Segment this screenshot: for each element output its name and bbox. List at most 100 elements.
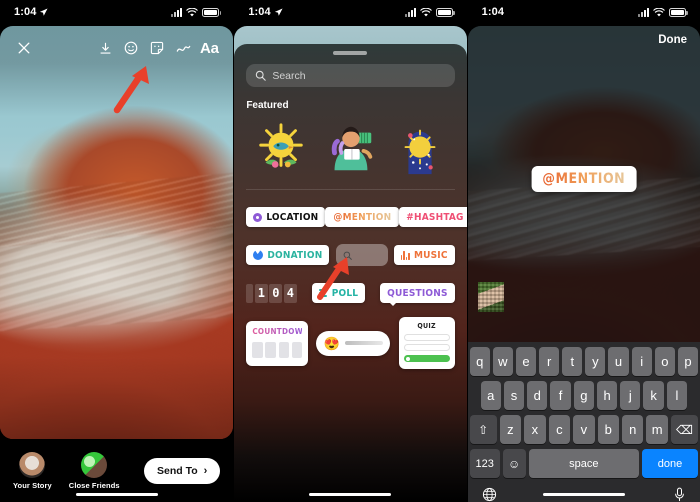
status-time-text-1: 1:04 [14,6,37,18]
sticker-row-4: COUNTDOWN 😍 QUIZ [246,317,455,369]
key-z[interactable]: z [499,415,522,444]
poll-icon [318,289,328,297]
emoji-slider-track[interactable] [344,341,384,345]
emoji-slider-sticker[interactable]: 😍 [316,330,391,356]
heart-icon [253,248,264,260]
emoji-face-icon[interactable] [118,35,144,61]
sticker-icon[interactable] [144,35,170,61]
key-h[interactable]: h [596,381,618,410]
story-photo[interactable] [0,26,234,439]
key-g[interactable]: g [573,381,594,410]
done-button[interactable]: Done [658,34,687,46]
key-n[interactable]: n [622,415,644,444]
key-o[interactable]: o [654,347,675,376]
music-sticker[interactable]: MUSIC [393,245,455,265]
keyboard-row-1: q w e r t y u i o p [469,347,699,376]
key-c[interactable]: c [548,415,571,444]
mention-sticker-label: @MENTION [333,211,392,223]
tray-divider [246,189,455,190]
sticker-tray-sheet: Search Featured LOCATION @MENTION #HASHT… [234,44,467,502]
wifi-icon-1 [186,7,199,16]
location-arrow-icon-2 [274,7,283,16]
wifi-icon-3 [653,7,665,16]
key-a[interactable]: a [480,381,501,410]
placed-mention-sticker[interactable]: @MENTION [531,166,637,192]
location-arrow-icon-1 [40,7,48,16]
keyboard-row-4: 123 ☺ space done [469,449,698,478]
key-m[interactable]: m [646,415,668,444]
shift-key[interactable]: ⇧ [469,415,497,444]
key-u[interactable]: u [608,347,629,376]
key-x[interactable]: x [524,415,546,444]
questions-sticker[interactable]: QUESTIONS [380,283,455,306]
status-icons-3 [637,7,688,17]
gif-search-sticker[interactable] [335,244,388,266]
key-p[interactable]: p [677,347,699,376]
keyboard-rows: q w e r t y u i o p a s d f g h j k l ⇧ … [468,342,700,478]
countdown-digit-boxes [252,341,303,358]
sticker-row-2: DONATION MUSIC [246,244,455,266]
quiz-sticker-label: QUIZ [417,322,436,330]
key-f[interactable]: f [550,381,571,410]
key-q[interactable]: q [469,347,490,376]
screenshot-stage: 1:04 Aa Your Story Close Friends Send To… [0,0,700,502]
counter-digit-2: 4 [283,283,297,303]
donation-sticker[interactable]: DONATION [246,245,330,265]
home-indicator-3 [542,492,625,496]
status-icons-1 [171,7,222,17]
poll-sticker[interactable]: POLL [311,283,366,303]
close-icon[interactable] [11,35,37,61]
globe-icon[interactable] [482,487,497,502]
text-aa-icon[interactable]: Aa [196,35,222,61]
sheet-drag-handle[interactable] [333,51,368,55]
celestial-sun-moon-sticker[interactable] [391,120,449,178]
close-friends-label: Close Friends [68,480,120,490]
keyboard-done-key[interactable]: done [641,449,698,478]
home-indicator-1 [75,492,158,496]
key-k[interactable]: k [643,381,664,410]
key-w[interactable]: w [492,347,513,376]
key-l[interactable]: l [666,381,688,410]
mention-sticker[interactable]: @MENTION [325,207,400,227]
location-sticker-label: LOCATION [266,211,319,223]
music-bars-icon [400,250,410,260]
key-j[interactable]: j [620,381,641,410]
sticker-search-input[interactable]: Search [246,64,455,87]
hashtag-sticker[interactable]: #HASHTAG [399,207,467,227]
reading-person-sticker[interactable] [321,120,379,178]
your-story-option[interactable]: Your Story [13,451,52,490]
counter-digit-0: 1 [254,283,268,303]
emoji-key[interactable]: ☺ [502,449,526,478]
key-b[interactable]: b [597,415,620,444]
close-friends-option[interactable]: Close Friends [68,451,120,490]
key-d[interactable]: d [527,381,548,410]
sun-bird-sticker[interactable] [252,120,310,178]
location-sticker[interactable]: LOCATION [246,207,326,227]
key-y[interactable]: y [585,347,606,376]
numbers-key[interactable]: 123 [469,449,500,478]
countdown-sticker[interactable]: COUNTDOWN [246,320,309,366]
keyboard-row-2: a s d f g h j k l [470,381,698,410]
key-e[interactable]: e [515,347,537,376]
send-to-button[interactable]: Send To › [144,457,221,484]
download-icon[interactable] [92,35,118,61]
space-key[interactable]: space [528,449,639,478]
counter-sticker[interactable]: 1 0 4 [246,283,297,303]
pin-icon [253,212,263,222]
microphone-icon[interactable] [673,487,686,502]
photo-thumbnail[interactable] [477,282,504,312]
backspace-key[interactable]: ⌫ [670,415,698,444]
panel-story-editor: 1:04 Aa Your Story Close Friends Send To… [0,0,234,502]
key-v[interactable]: v [573,415,595,444]
key-t[interactable]: t [562,347,583,376]
quiz-sticker[interactable]: QUIZ [398,317,455,369]
status-bar-3: 1:04 [468,0,700,24]
key-i[interactable]: i [631,347,652,376]
signal-bars-icon-2 [404,7,416,17]
story-edit-toolbar: Aa [0,34,233,62]
key-s[interactable]: s [503,381,525,410]
key-r[interactable]: r [539,347,560,376]
draw-squiggle-icon[interactable] [170,35,196,61]
keyboard-row-3: ⇧ z x c v b n m ⌫ [469,415,698,444]
your-story-avatar [19,451,46,478]
